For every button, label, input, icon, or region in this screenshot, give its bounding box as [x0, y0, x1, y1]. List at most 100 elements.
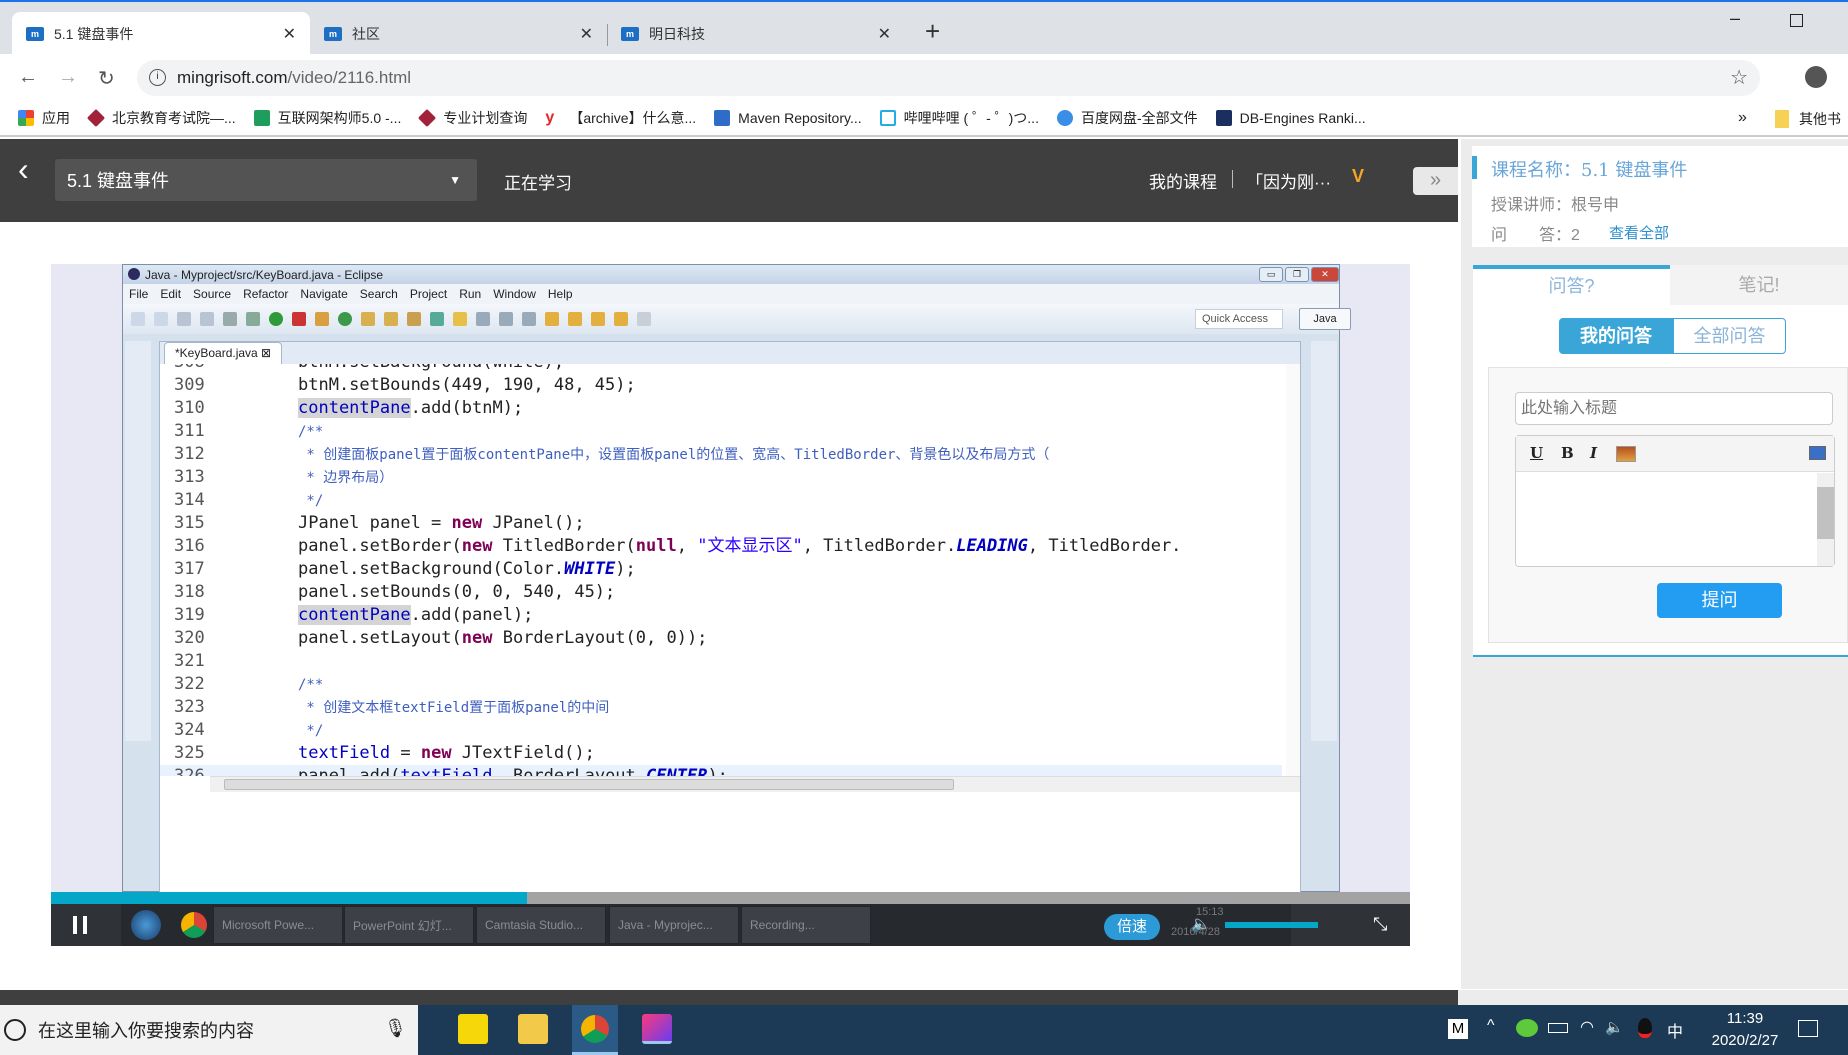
- fullscreen-icon[interactable]: [1809, 446, 1826, 460]
- browser-tab-bar: m 5.1 键盘事件 ✕ m 社区 ✕ m 明日科技 ✕ + –: [0, 0, 1848, 56]
- insert-image-icon[interactable]: [1616, 446, 1636, 462]
- wifi-icon[interactable]: ◠: [1580, 1017, 1594, 1037]
- close-tab-icon[interactable]: ✕: [283, 24, 296, 44]
- code-token: * 创建文本框textField置于面板panel的中间: [298, 700, 610, 716]
- tab-mingri[interactable]: m 明日科技 ✕: [607, 12, 905, 56]
- italic-button[interactable]: I: [1590, 444, 1597, 462]
- bookmark-label: 哔哩哔哩 ( ゜- ゜)つ...: [903, 110, 1039, 126]
- mingrisoft-favicon-icon: m: [621, 27, 639, 41]
- menu-file: File: [129, 287, 149, 301]
- video-progress-bar[interactable]: [51, 892, 1410, 904]
- volume-icon[interactable]: 🔈: [1605, 1018, 1624, 1036]
- menu-edit: Edit: [160, 287, 182, 301]
- fullscreen-icon[interactable]: ⤡: [1373, 914, 1387, 935]
- pause-icon[interactable]: [73, 916, 87, 934]
- profile-avatar-icon[interactable]: [1805, 66, 1827, 88]
- forward-icon: [637, 312, 651, 326]
- tab-qa[interactable]: 问答?: [1473, 265, 1670, 305]
- ime-mode-icon[interactable]: M: [1448, 1019, 1468, 1039]
- tab-course[interactable]: m 5.1 键盘事件 ✕: [12, 12, 310, 56]
- bookmark-item[interactable]: 互联网架构师5.0 -...: [253, 108, 401, 128]
- code-token: panel.setBounds(0, 0, 540, 45);: [298, 582, 616, 602]
- notification-center-icon[interactable]: [1798, 1020, 1818, 1037]
- taskbar-search[interactable]: 在这里输入你要搜索的内容 🎙: [0, 1005, 418, 1055]
- new-tab-button[interactable]: +: [925, 16, 940, 47]
- back-icon[interactable]: ←: [18, 66, 38, 89]
- microphone-icon[interactable]: 🎙: [384, 1018, 407, 1039]
- bold-button[interactable]: B: [1561, 444, 1574, 462]
- bookmark-item[interactable]: 哔哩哔哩 ( ゜- ゜)つ...: [879, 108, 1039, 128]
- bookmark-item[interactable]: 北京教育考试院—...: [86, 108, 236, 128]
- qa-panel: 我的问答 全部问答 U B I 提问: [1473, 305, 1848, 657]
- course-select[interactable]: 5.1 键盘事件 ▼: [55, 159, 477, 201]
- other-bookmarks-folder[interactable]: 其他书: [1775, 109, 1841, 129]
- expand-sidebar-button[interactable]: »: [1413, 167, 1458, 195]
- editor-scrollbar[interactable]: [1817, 473, 1834, 566]
- sidebar-footer: [1458, 990, 1848, 1005]
- view-all-link[interactable]: 查看全部: [1609, 222, 1669, 243]
- folder-icon: [384, 312, 398, 326]
- file-explorer-icon[interactable]: [518, 1014, 548, 1044]
- course-info-card: 课程名称：5.1 键盘事件 授课讲师：根号申 问 答：2 查看全部: [1472, 146, 1848, 247]
- intellij-idea-icon[interactable]: [642, 1014, 672, 1044]
- bookmark-item[interactable]: DB-Engines Ranki...: [1215, 110, 1366, 126]
- bookmark-item[interactable]: y 【archive】什么意...: [545, 108, 696, 128]
- win7-task-eclipse: Java - Myprojec...: [609, 906, 739, 944]
- maximize-button[interactable]: [1790, 14, 1803, 27]
- show-hidden-icons-chevron[interactable]: ^: [1487, 1017, 1495, 1035]
- minimize-button[interactable]: –: [1730, 8, 1740, 29]
- bookmark-item[interactable]: 专业计划查询: [418, 108, 527, 128]
- playback-speed-button[interactable]: 倍速: [1104, 914, 1160, 940]
- close-tab-icon[interactable]: ✕: [580, 24, 593, 44]
- bookmark-item[interactable]: Maven Repository...: [714, 110, 862, 126]
- code-token: */: [298, 493, 324, 509]
- my-qa-toggle[interactable]: 我的问答: [1559, 318, 1673, 354]
- course-select-value: 5.1 键盘事件: [67, 171, 170, 191]
- volume-slider[interactable]: [1225, 922, 1318, 928]
- bookmark-apps[interactable]: 应用: [18, 108, 70, 128]
- code-text: contentPane.add(panel);: [298, 604, 533, 627]
- tab-label: 明日科技: [649, 26, 705, 42]
- submit-question-button[interactable]: 提问: [1657, 583, 1782, 618]
- code-line: 318 panel.setBounds(0, 0, 540, 45);: [160, 581, 1282, 604]
- accent-bar: [1472, 156, 1477, 179]
- user-name-link[interactable]: 「因为刚···: [1246, 168, 1331, 193]
- code-token: "文本显示区": [697, 536, 803, 556]
- bookmark-star-icon[interactable]: ☆: [1730, 65, 1748, 90]
- input-method-indicator[interactable]: 中: [1667, 1018, 1683, 1042]
- mingrisoft-favicon-icon: m: [324, 27, 342, 41]
- close-tab-icon[interactable]: ✕: [878, 24, 891, 44]
- battery-icon[interactable]: [1548, 1023, 1568, 1033]
- url-path: /video/2116.html: [287, 68, 412, 87]
- sticky-notes-icon[interactable]: [458, 1014, 488, 1044]
- question-title-input[interactable]: [1515, 392, 1833, 425]
- clock-date[interactable]: 2020/2/27: [1695, 1032, 1795, 1049]
- reload-icon[interactable]: ↻: [98, 66, 115, 91]
- tab-community[interactable]: m 社区 ✕: [310, 12, 607, 56]
- bookmarks-overflow-button[interactable]: »: [1738, 109, 1747, 127]
- video-player[interactable]: Java - Myproject/src/KeyBoard.java - Ecl…: [51, 264, 1410, 946]
- back-chevron-icon[interactable]: ‹: [18, 151, 29, 188]
- code-token: new: [461, 536, 493, 556]
- qq-icon[interactable]: [1638, 1018, 1652, 1038]
- info-icon[interactable]: i: [149, 69, 166, 86]
- all-qa-toggle[interactable]: 全部问答: [1673, 318, 1786, 354]
- code-line: 310 contentPane.add(btnM);: [160, 397, 1282, 420]
- code-line: 312 * 创建面板panel置于面板contentPane中，设置面板pane…: [160, 443, 1282, 466]
- underline-button[interactable]: U: [1530, 444, 1543, 462]
- wechat-icon[interactable]: [1516, 1019, 1538, 1037]
- chrome-taskbar-active[interactable]: [572, 1005, 618, 1055]
- eclipse-restore-icon: ❐: [1285, 267, 1309, 282]
- volume-icon[interactable]: 🔈: [1191, 914, 1211, 934]
- forward-icon[interactable]: →: [58, 66, 78, 89]
- bookmark-label: 【archive】什么意...: [569, 110, 697, 126]
- code-token: , TitledBorder.: [1027, 536, 1182, 556]
- clock-time[interactable]: 11:39: [1715, 1010, 1775, 1027]
- eclipse-minimize-icon: ▭: [1259, 267, 1283, 282]
- tab-notes[interactable]: 笔记!: [1670, 265, 1848, 305]
- cortana-icon[interactable]: [4, 1019, 26, 1041]
- rich-text-editor[interactable]: U B I: [1515, 435, 1835, 567]
- my-courses-link[interactable]: 我的课程: [1149, 168, 1217, 193]
- url-field[interactable]: i mingrisoft.com/video/2116.html ☆: [137, 60, 1760, 96]
- bookmark-item[interactable]: 百度网盘-全部文件: [1056, 108, 1198, 128]
